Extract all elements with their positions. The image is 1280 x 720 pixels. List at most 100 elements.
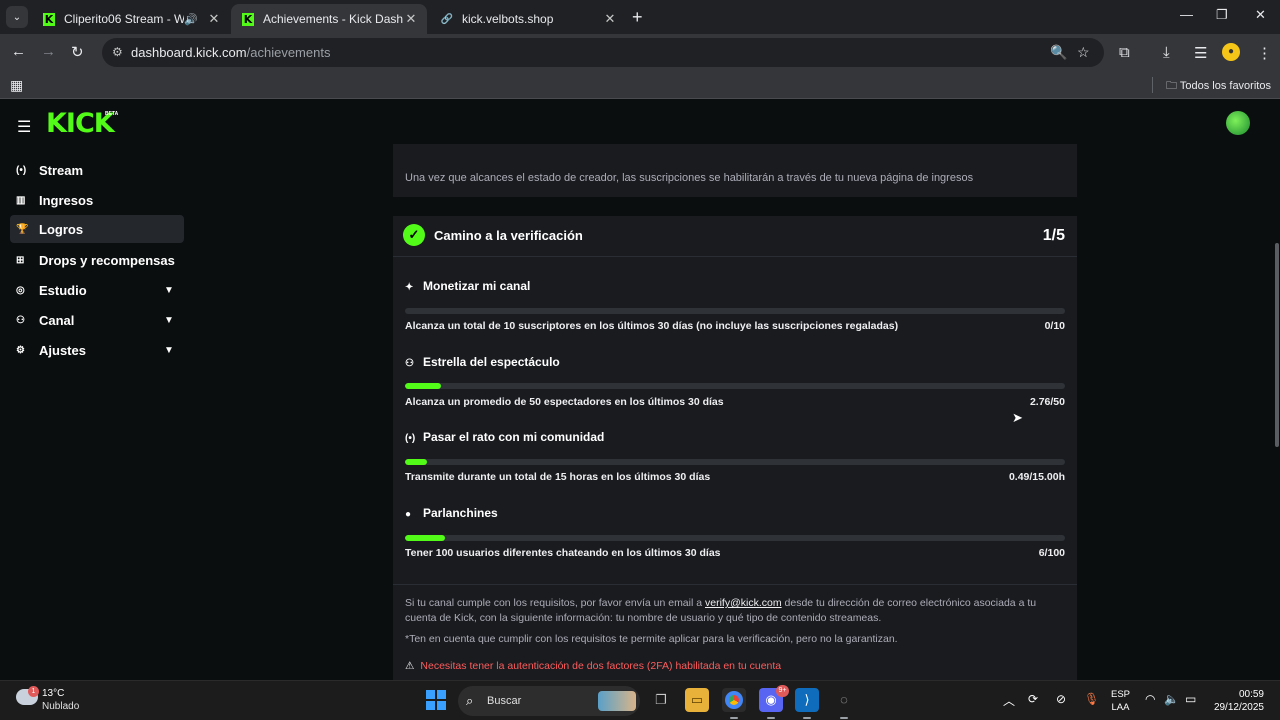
profile-avatar[interactable]: ● [1222,43,1240,61]
tab-velbots[interactable]: 🔗 kick.velbots.shop ✕ [430,4,626,34]
sidebar-item-stream[interactable]: (•) Stream [10,156,184,184]
minimize-button[interactable]: — [1180,7,1193,22]
sidebar-item-ajustes[interactable]: ⚙ Ajustes ▼ [10,336,184,364]
broadcast-icon: (•) [16,164,27,176]
new-tab-button[interactable]: + [632,7,643,28]
discord-badge: 9+ [776,685,789,697]
sidebar-item-estudio[interactable]: ◎ Estudio ▼ [10,276,184,304]
taskbar-search[interactable]: ⌕ Buscar [458,686,640,716]
speaker-icon[interactable]: 🔊 [184,13,200,26]
close-icon[interactable]: ✕ [206,11,222,27]
media-control-icon[interactable]: ☰ [1194,44,1207,62]
trophy-icon: 🏆 [16,223,29,235]
close-icon[interactable]: ✕ [403,11,419,27]
volume-icon[interactable]: 🔈 [1164,692,1179,706]
progress-fill [405,383,442,389]
obs-icon[interactable]: ◌ [832,688,856,719]
address-url[interactable]: dashboard.kick.com/achievements [131,45,330,60]
windows-start-icon[interactable] [426,690,446,710]
browser-tab-strip: ⌄ K Cliperito06 Stream - Watch 🔊 ✕ K Ach… [0,0,1280,34]
back-button[interactable]: ← [11,43,26,60]
vscode-icon[interactable]: ⟩ [795,688,819,719]
chevron-up-icon[interactable]: ︿ [1003,692,1015,709]
tab-stream[interactable]: K Cliperito06 Stream - Watch 🔊 ✕ [32,4,230,34]
verify-email-link[interactable]: verify@kick.com [705,597,782,609]
close-icon[interactable]: ✕ [602,11,618,27]
extensions-icon[interactable]: ⧉ [1119,44,1130,61]
download-icon[interactable]: ⤓ [1163,44,1170,61]
system-clock[interactable]: 00:59 29/12/2025 [1210,688,1264,714]
chevron-down-icon[interactable]: ▼ [164,345,184,356]
task-view-icon[interactable]: ❐ [649,688,673,712]
apps-grid-icon[interactable]: ▦ [10,77,23,94]
live-signal-icon: (•) [405,433,416,444]
achievement-requirement: Alcanza un total de 10 suscriptores en l… [405,320,899,332]
viewers-icon: ⚇ [405,358,414,369]
subscriptions-info-card: Una vez que alcances el estado de creado… [393,144,1077,197]
bookmarks-folder[interactable]: 🗀 Todos los favoritos [1166,77,1271,96]
sidebar-item-label: Ajustes [39,342,86,358]
sidebar-item-logros[interactable]: 🏆 Logros [10,215,184,243]
verified-badge-icon: ✓ [403,224,425,246]
achievement-title: ● Parlanchines [405,506,498,520]
chrome-icon[interactable] [722,688,746,719]
search-placeholder: Buscar [487,695,522,707]
weather-description[interactable]: Nublado [42,701,79,712]
verification-instructions: Si tu canal cumple con los requisitos, p… [405,596,1065,626]
discord-icon[interactable]: ◉ 9+ [759,685,789,719]
sidebar-item-canal[interactable]: ⚇ Canal ▼ [10,306,184,334]
forward-button[interactable]: → [41,43,56,60]
sync-icon[interactable]: ⟳ [1028,692,1038,706]
chevron-down-icon[interactable]: ▼ [164,285,184,296]
achievement-progress: 0/10 [1044,320,1065,332]
reload-button[interactable]: ↻ [71,43,84,61]
star-icon[interactable]: ☆ [1077,44,1090,61]
achievement-title: ⚇ Estrella del espectáculo [405,355,560,369]
site-info-icon[interactable]: ⚙ [112,45,123,59]
progress-bar [405,535,1065,541]
chat-icon: ● [405,509,412,520]
zoom-icon[interactable]: 🔍 [1050,44,1067,61]
hamburger-menu-icon[interactable]: ☰ [17,117,31,137]
divider [393,256,1077,257]
language-code: ESP [1111,689,1131,700]
close-window-button[interactable]: ✕ [1255,7,1266,23]
achievement-requirement: Alcanza un promedio de 50 espectadores e… [405,396,724,408]
windows-taskbar: 1 13°C Nublado ⌕ Buscar ❐ ▭ ◉ 9+ ⟩ ◌ ︿ ⟳ … [0,680,1280,720]
tab-search-button[interactable]: ⌄ [6,6,28,28]
chevron-down-icon[interactable]: ▼ [164,315,184,326]
gear-icon: ⚙ [16,344,25,356]
weather-temperature[interactable]: 13°C [42,688,64,699]
wifi-icon[interactable]: ◠ [1145,692,1155,706]
restore-button[interactable]: ❐ [1216,7,1228,23]
sidebar-item-label: Stream [39,162,84,178]
tab-title: Achievements - Kick Dashboard [263,12,403,26]
sidebar-item-label: Estudio [39,282,87,298]
menu-kebab-icon[interactable]: ⋮ [1257,44,1272,62]
progress-fill [405,535,445,541]
achievement-requirement: Tener 100 usuarios diferentes chateando … [405,547,721,559]
sidebar-item-ingresos[interactable]: ▥ Ingresos [10,186,184,214]
file-explorer-icon[interactable]: ▭ [685,688,709,712]
microphone-icon[interactable]: 🎙 [1084,692,1099,706]
tab-achievements[interactable]: K Achievements - Kick Dashboard ✕ [231,4,427,34]
kick-logo-icon: K [43,12,55,26]
sparkle-icon: ✦ [405,282,414,293]
address-bar[interactable]: ⚙ dashboard.kick.com/achievements 🔍 ☆ [102,38,1104,67]
kick-logo[interactable]: KICK [46,108,115,139]
user-avatar[interactable] [1226,111,1250,135]
achievement-title-text: Pasar el rato con mi comunidad [423,430,605,444]
verification-note: *Ten en cuenta que cumplir con los requi… [405,633,898,645]
progress-bar [405,383,1065,389]
battery-icon[interactable]: ▭ [1185,692,1196,706]
sidebar-item-label: Logros [39,221,84,237]
twofa-warning-text: Necesitas tener la autenticación de dos … [420,660,782,672]
network-off-icon[interactable]: ⊘ [1056,692,1066,706]
search-highlight-image [598,691,636,711]
language-indicator[interactable]: ESP LAA [1111,688,1130,714]
progress-fill [405,459,427,465]
kick-dashboard-page: ☰ KICK BETA (•) Stream ▥ Ingresos 🏆 Logr… [0,100,1280,680]
subscriptions-info-text: Una vez que alcances el estado de creado… [405,172,974,184]
sidebar-item-drops[interactable]: ⊞ Drops y recompensas [10,246,184,274]
scrollbar-thumb[interactable] [1275,243,1279,447]
